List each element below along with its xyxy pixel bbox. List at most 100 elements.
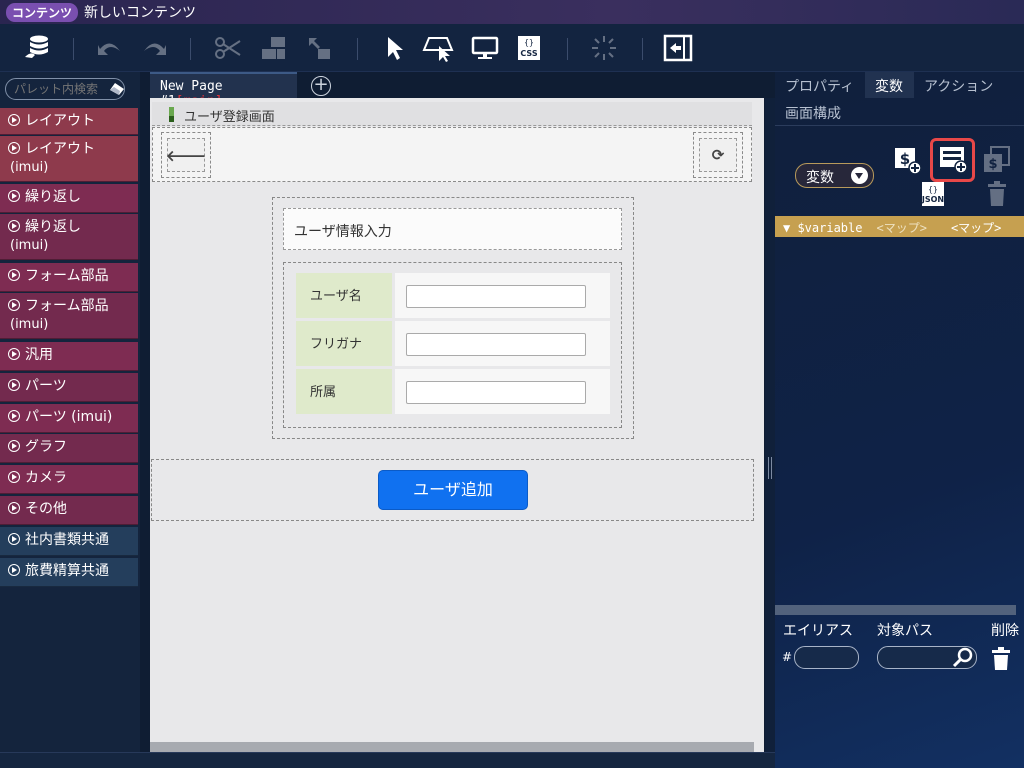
- play-icon: [8, 190, 20, 202]
- highlight-frame: [930, 138, 975, 182]
- palette-item-travel-expense[interactable]: 旅費精算共通: [0, 558, 138, 587]
- json-icon[interactable]: {} JSON: [918, 180, 948, 208]
- svg-text:$: $: [988, 157, 997, 172]
- palette-item-repeat[interactable]: 繰り返し: [0, 184, 138, 213]
- palette-search-input[interactable]: [5, 78, 125, 100]
- delete-alias-icon[interactable]: [990, 646, 1012, 672]
- play-icon: [8, 410, 20, 422]
- alias-input[interactable]: [794, 646, 859, 669]
- svg-text:{}: {}: [524, 38, 534, 47]
- play-icon: [8, 114, 20, 126]
- copy-variable-icon[interactable]: $: [980, 144, 1014, 176]
- title-bar: コンテンツ 新しいコンテンツ: [0, 0, 1024, 24]
- palette-item-camera[interactable]: カメラ: [0, 465, 138, 494]
- add-tab-icon[interactable]: +: [311, 76, 331, 96]
- panel-splitter[interactable]: [765, 98, 775, 752]
- tab-properties[interactable]: プロパティ: [775, 72, 865, 98]
- play-icon: [8, 269, 20, 281]
- panel-icon[interactable]: [661, 32, 695, 64]
- tab-screen-structure[interactable]: 画面構成: [775, 98, 1024, 126]
- palette-item-company-docs[interactable]: 社内書類共通: [0, 527, 138, 556]
- palette-item-layout[interactable]: レイアウト: [0, 108, 138, 135]
- alias-column-header: エイリアス: [783, 623, 853, 639]
- cut-icon[interactable]: [211, 32, 245, 64]
- back-arrow-icon: 🡐: [166, 138, 206, 172]
- palette-item-form-parts-imui[interactable]: フォーム部品 (imui): [0, 293, 138, 339]
- reload-button[interactable]: ⟳: [693, 132, 743, 178]
- toolbar-separator: [73, 38, 74, 60]
- toolbar-separator: [357, 38, 358, 60]
- canvas-margin: [754, 98, 764, 742]
- row-label-username: ユーザ名: [296, 273, 392, 318]
- toolbar-separator: [567, 38, 568, 60]
- department-input[interactable]: [406, 381, 586, 404]
- window-title: 新しいコンテンツ: [84, 5, 197, 21]
- furigana-input[interactable]: [406, 333, 586, 356]
- play-icon: [8, 299, 20, 311]
- play-icon: [8, 348, 20, 360]
- row-label-department: 所属: [296, 369, 392, 414]
- navigation-bar[interactable]: 🡐 ⟳: [152, 127, 752, 182]
- toolbar-separator: [642, 38, 643, 60]
- play-icon: [8, 440, 20, 452]
- canvas-scrollbar[interactable]: [150, 742, 754, 752]
- palette-item-graph[interactable]: グラフ: [0, 434, 138, 463]
- add-variable-icon[interactable]: $: [893, 146, 923, 176]
- back-button[interactable]: 🡐: [161, 132, 211, 178]
- palette-item-layout-imui[interactable]: レイアウト (imui): [0, 136, 138, 182]
- svg-text:$: $: [900, 150, 910, 168]
- paste-icon[interactable]: [302, 32, 336, 64]
- variable-type-select[interactable]: 変数: [795, 163, 874, 188]
- variable-list[interactable]: [775, 237, 1024, 605]
- tab-new-page[interactable]: New Page #1[main]: [150, 72, 297, 109]
- monitor-icon[interactable]: [468, 32, 502, 64]
- play-icon: [8, 379, 20, 391]
- reload-icon: ⟳: [699, 138, 737, 172]
- palette-item-other[interactable]: その他: [0, 496, 138, 525]
- svg-text:JSON: JSON: [921, 195, 944, 204]
- palette-item-general[interactable]: 汎用: [0, 342, 138, 371]
- content-badge: コンテンツ: [6, 2, 79, 22]
- redo-icon[interactable]: [137, 32, 171, 64]
- trash-icon[interactable]: [984, 180, 1010, 208]
- form-title[interactable]: ユーザ情報入力: [283, 208, 622, 250]
- search-icon[interactable]: [950, 646, 976, 670]
- username-input[interactable]: [406, 285, 586, 308]
- palette-item-parts-imui[interactable]: パーツ (imui): [0, 404, 138, 433]
- tab-actions[interactable]: アクション: [914, 72, 1014, 98]
- path-column-header: 対象パス: [877, 623, 933, 639]
- palette-item-repeat-imui[interactable]: 繰り返し (imui): [0, 214, 138, 260]
- play-icon: [8, 220, 20, 232]
- loading-icon[interactable]: [587, 32, 621, 64]
- play-icon: [8, 471, 20, 483]
- tab-variables[interactable]: 変数: [865, 72, 914, 98]
- row-label-furigana: フリガナ: [296, 321, 392, 366]
- hash-label: #: [782, 650, 793, 664]
- play-icon: [8, 533, 20, 545]
- select-area-icon[interactable]: [421, 32, 455, 64]
- delete-column-header: 削除: [991, 623, 1019, 639]
- toolbar: {} CSS: [0, 24, 1024, 72]
- add-user-button[interactable]: ユーザ追加: [378, 470, 528, 510]
- palette-item-parts[interactable]: パーツ: [0, 373, 138, 402]
- toolbar-separator: [190, 38, 191, 60]
- splitter-grip[interactable]: [768, 457, 772, 479]
- copy-icon[interactable]: [257, 32, 291, 64]
- pointer-icon[interactable]: [378, 32, 412, 64]
- css-icon[interactable]: {} CSS: [512, 32, 546, 64]
- header-marker-icon: [169, 107, 174, 122]
- variable-list-scrollbar[interactable]: [775, 605, 1016, 615]
- undo-icon[interactable]: [93, 32, 127, 64]
- svg-text:CSS: CSS: [520, 49, 537, 58]
- play-icon: [8, 502, 20, 514]
- palette-item-form-parts[interactable]: フォーム部品: [0, 263, 138, 292]
- chevron-down-icon: [851, 167, 868, 184]
- expand-triangle-icon[interactable]: ▼: [783, 221, 797, 235]
- eraser-icon[interactable]: [109, 82, 125, 96]
- page-header[interactable]: ユーザ登録画面: [152, 102, 752, 126]
- svg-text:{}: {}: [928, 185, 938, 194]
- play-icon: [8, 564, 20, 576]
- status-bar: [0, 752, 775, 768]
- database-icon[interactable]: [20, 32, 54, 64]
- variable-row[interactable]: ▼ $variable <マップ> <マップ>: [775, 216, 1024, 237]
